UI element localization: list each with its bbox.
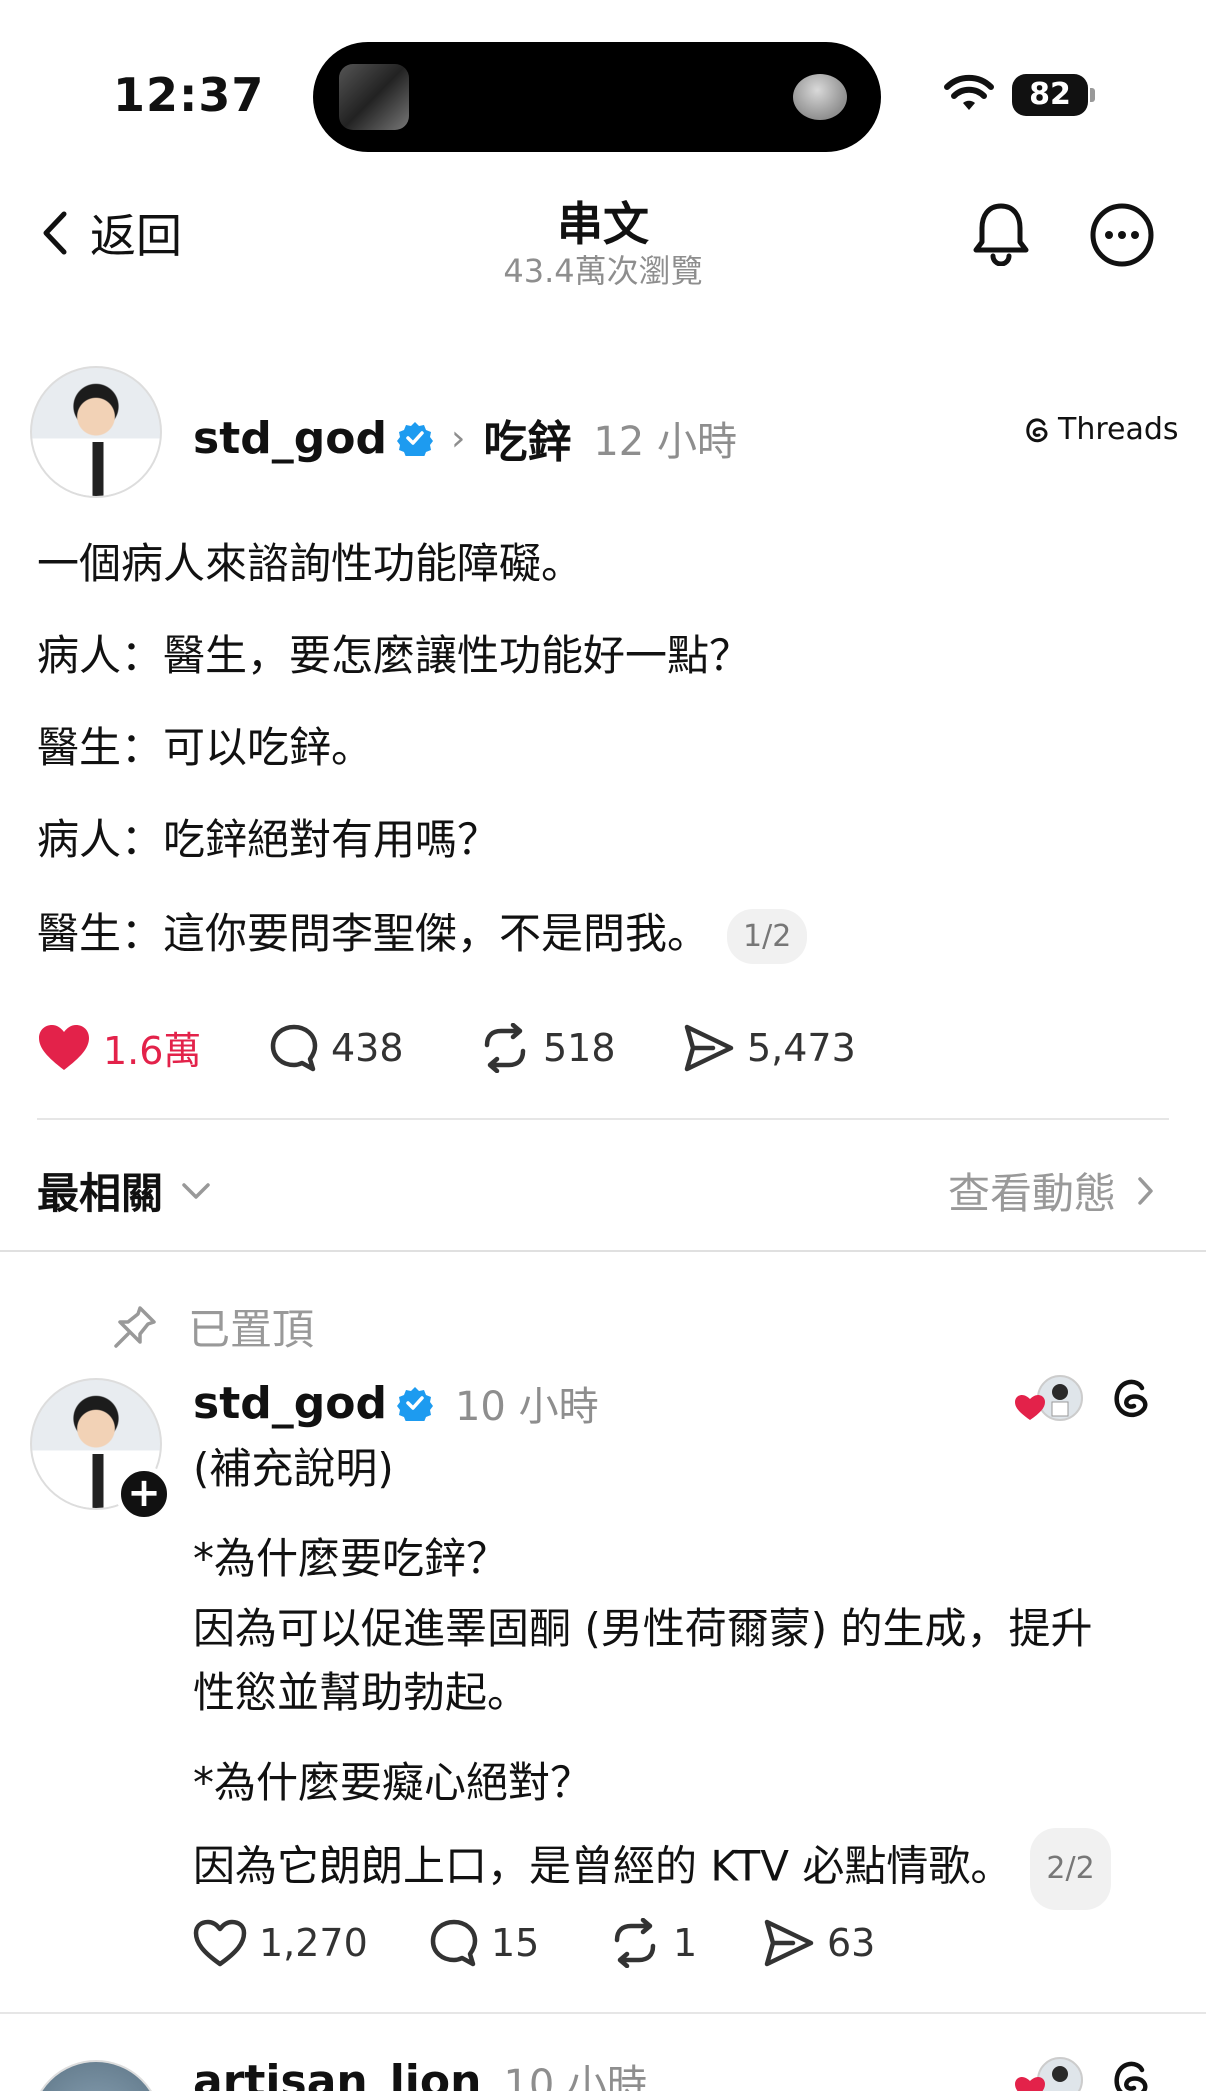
avatar[interactable] bbox=[30, 366, 162, 498]
post-last-line: 醫生：這你要問李聖傑，不是問我。 1/2 bbox=[37, 900, 808, 964]
threads-logo-icon[interactable] bbox=[1108, 1374, 1154, 1424]
heart-filled-icon bbox=[39, 1024, 89, 1070]
threads-source-badge[interactable]: Threads bbox=[1022, 412, 1179, 447]
battery-tip bbox=[1090, 88, 1095, 102]
next-reply-username[interactable]: artisan_lion bbox=[193, 2056, 481, 2091]
threads-logo-icon[interactable] bbox=[1108, 2056, 1154, 2091]
reply-time: 10 小時 bbox=[454, 1384, 599, 1430]
post-text-line: 醫生：可以吃鋅。 bbox=[37, 723, 374, 772]
post-username[interactable]: std_god bbox=[193, 413, 387, 464]
dynamic-island[interactable] bbox=[313, 42, 881, 152]
post-text-line: 醫生：這你要問李聖傑，不是問我。 bbox=[37, 909, 710, 958]
reply-action-bar: 1,270 15 1 63 bbox=[193, 1918, 875, 1968]
divider bbox=[37, 1118, 1169, 1120]
bell-icon[interactable] bbox=[970, 200, 1032, 266]
chevron-down-icon bbox=[182, 1182, 210, 1199]
page-indicator: 1/2 bbox=[727, 909, 808, 964]
verified-badge-icon bbox=[396, 422, 433, 456]
view-activity-label: 查看動態 bbox=[947, 1169, 1116, 1218]
next-reply-time: 10 小時 bbox=[503, 2062, 648, 2091]
comment-icon bbox=[270, 1024, 318, 1071]
like-count: 1.6萬 bbox=[103, 1029, 202, 1073]
reply-text-line: 因為可以促進睪固酮 (男性荷爾蒙) 的生成，提升 bbox=[193, 1604, 1093, 1653]
wifi-icon bbox=[944, 74, 994, 110]
island-indicator bbox=[793, 74, 847, 120]
liked-by-author-icon[interactable] bbox=[1012, 1372, 1084, 1428]
repost-icon bbox=[614, 1918, 656, 1968]
repost-button[interactable]: 518 bbox=[479, 1022, 683, 1073]
reply-text-line: 性慾並幫助勃起。 bbox=[193, 1668, 530, 1717]
more-options-icon[interactable] bbox=[1089, 202, 1155, 268]
threads-source-label: Threads bbox=[1058, 412, 1179, 447]
heart-icon bbox=[193, 1919, 247, 1967]
comment-icon bbox=[430, 1919, 478, 1967]
chevron-right-icon: › bbox=[450, 417, 466, 459]
reply-text-line: *為什麼要癡心絕對？ bbox=[193, 1758, 593, 1807]
divider bbox=[0, 2012, 1206, 2014]
repost-count: 518 bbox=[543, 1025, 616, 1070]
share-button[interactable]: 63 bbox=[763, 1918, 875, 1968]
post-author-row: std_god › 吃鋅 12 小時 bbox=[193, 406, 737, 470]
threads-logo-icon bbox=[1026, 417, 1048, 442]
reply-count: 15 bbox=[491, 1921, 540, 1965]
page-indicator: 2/2 bbox=[1030, 1828, 1111, 1910]
pinned-label: 已置頂 bbox=[188, 1305, 315, 1354]
reply-count: 438 bbox=[331, 1025, 404, 1070]
divider bbox=[0, 1250, 1206, 1252]
post-text-line: 一個病人來諮詢性功能障礙。 bbox=[37, 539, 584, 588]
reply-author-row: std_god 10 小時 bbox=[193, 1374, 599, 1432]
reply-last-line: 因為它朗朗上口，是曾經的 KTV 必點情歌。 2/2 bbox=[193, 1828, 1111, 1910]
view-activity-link[interactable]: 查看動態 bbox=[948, 1160, 1154, 1221]
status-time: 12:37 bbox=[113, 68, 265, 122]
sort-label: 最相關 bbox=[37, 1169, 164, 1218]
avatar[interactable] bbox=[30, 2060, 162, 2091]
sort-dropdown[interactable]: 最相關 bbox=[37, 1160, 211, 1221]
pinned-indicator: 已置頂 bbox=[112, 1296, 314, 1357]
post-text-line: 病人：醫生，要怎麼讓性功能好一點？ bbox=[37, 631, 752, 680]
send-icon bbox=[764, 1919, 814, 1967]
now-playing-thumbnail[interactable] bbox=[339, 64, 409, 130]
battery-indicator: 82 bbox=[1012, 74, 1088, 116]
post-time: 12 小時 bbox=[593, 419, 737, 465]
share-button[interactable]: 5,473 bbox=[683, 1023, 856, 1073]
like-button[interactable]: 1.6萬 bbox=[37, 1020, 269, 1075]
send-icon bbox=[684, 1024, 734, 1071]
like-button[interactable]: 1,270 bbox=[193, 1919, 429, 1967]
pin-icon bbox=[114, 1305, 156, 1348]
liked-by-author-icon[interactable] bbox=[1012, 2054, 1084, 2091]
verified-badge-icon bbox=[396, 1387, 433, 1421]
reply-text-line: *為什麼要吃鋅？ bbox=[193, 1534, 509, 1583]
repost-button[interactable]: 1 bbox=[609, 1918, 763, 1968]
reply-username[interactable]: std_god bbox=[193, 1378, 387, 1429]
share-count: 63 bbox=[827, 1921, 876, 1965]
topic-tag[interactable]: 吃鋅 bbox=[483, 406, 571, 470]
chevron-right-icon bbox=[1138, 1176, 1153, 1205]
share-count: 5,473 bbox=[747, 1025, 856, 1070]
like-count: 1,270 bbox=[259, 1921, 368, 1965]
post-text-line: 病人：吃鋅絕對有用嗎？ bbox=[37, 815, 500, 864]
repost-count: 1 bbox=[673, 1921, 698, 1965]
post-action-bar: 1.6萬 438 518 5,473 bbox=[37, 1020, 856, 1075]
next-reply-author-row: artisan_lion 10 小時 bbox=[193, 2052, 647, 2091]
repost-icon bbox=[484, 1022, 526, 1073]
reply-text-line: 因為它朗朗上口，是曾經的 KTV 必點情歌。 bbox=[193, 1841, 1013, 1891]
follow-plus-button[interactable]: + bbox=[116, 1466, 172, 1522]
reply-button[interactable]: 438 bbox=[269, 1023, 479, 1073]
reply-button[interactable]: 15 bbox=[429, 1918, 609, 1968]
reply-text-line: (補充說明) bbox=[193, 1444, 394, 1493]
